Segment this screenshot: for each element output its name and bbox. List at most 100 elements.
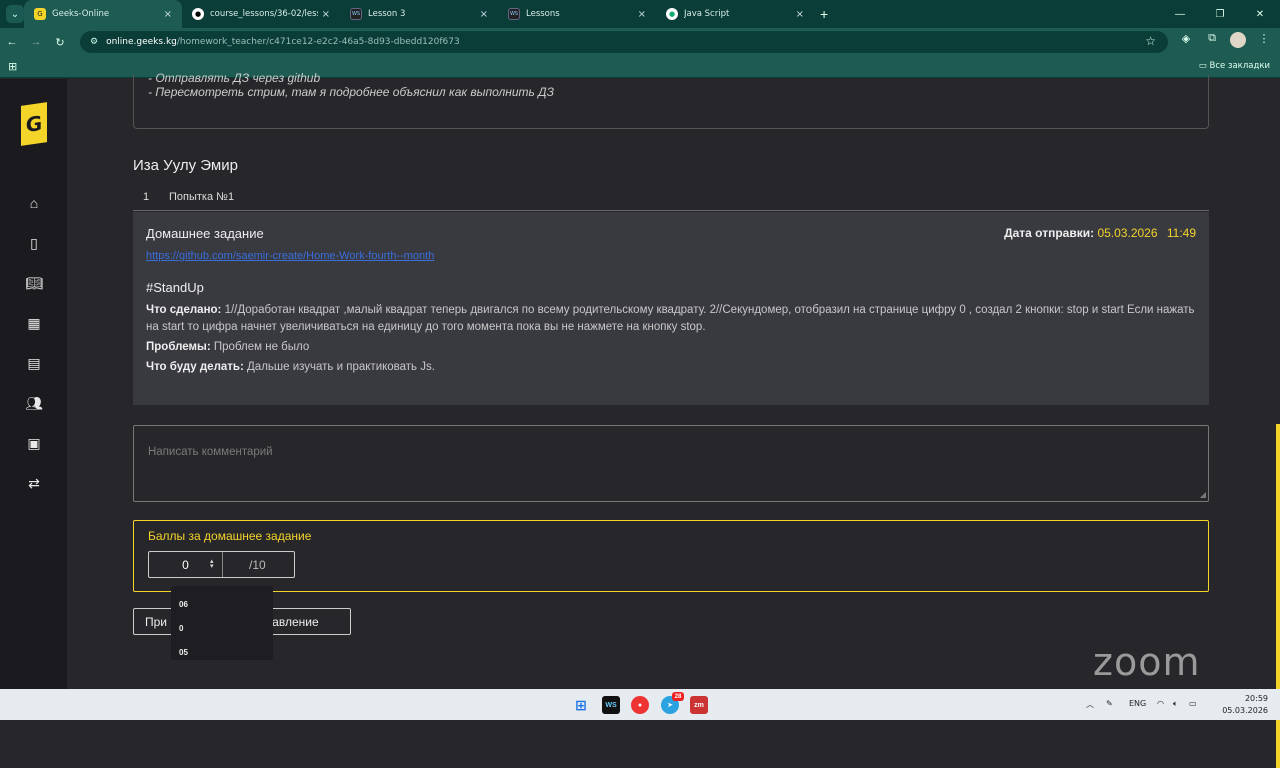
resize-handle-icon[interactable]: ◢ (1200, 490, 1206, 499)
all-bookmarks-link[interactable]: ▭ Все закладки (1199, 61, 1270, 71)
done-text: 1//Доработан квадрат ,малый квадрат тепе… (146, 304, 1195, 333)
tray-chevron-icon[interactable]: ︿ (1086, 699, 1094, 710)
all-bookmarks-label: Все закладки (1209, 61, 1270, 71)
score-title: Баллы за домашнее задание (148, 529, 312, 543)
problems-row: Проблемы: Проблем не было (146, 339, 1196, 356)
calendar-icon[interactable]: ▦ (24, 313, 44, 333)
tab-label: Geeks-Online (52, 9, 110, 19)
wifi-icon[interactable]: ◠ (1157, 699, 1164, 708)
homework-link[interactable]: https://github.com/saemir-create/Home-Wo… (146, 250, 434, 262)
bookmark-star-icon[interactable]: ☆ (1145, 34, 1156, 48)
close-icon[interactable]: × (638, 9, 646, 20)
tab-label: Java Script (684, 9, 730, 19)
date-value: 05.03.2026 (1097, 226, 1158, 240)
pen-icon[interactable]: ✎ (1106, 699, 1113, 708)
tab-search-icon[interactable]: ⌄ (6, 5, 24, 23)
geeks-icon: G (34, 8, 46, 20)
tab-label: Lesson 3 (368, 9, 406, 19)
reload-icon[interactable]: ↻ (48, 36, 72, 49)
tab-lesson-3[interactable]: WS Lesson 3 × (340, 0, 498, 28)
url-host: online.geeks.kg (106, 37, 177, 47)
comment-input[interactable] (134, 426, 1208, 501)
forward-icon[interactable]: → (24, 36, 48, 48)
windows-start-icon[interactable]: ⊞ (572, 696, 590, 714)
clock-time: 20:59 (1244, 694, 1268, 703)
score-panel: Баллы за домашнее задание ▴▾ /10 (133, 520, 1209, 592)
comment-box: ◢ (133, 425, 1209, 502)
close-icon[interactable]: × (480, 9, 488, 20)
book-icon[interactable]: 📖︎ (24, 273, 44, 293)
site-info-icon[interactable]: ⚙ (90, 37, 98, 47)
previous-homework-card: - Отправлять ДЗ через github - Пересмотр… (133, 71, 1209, 129)
bookmark-icon[interactable]: ▯ (24, 233, 44, 253)
extension-icon[interactable]: ◈ (1178, 32, 1194, 51)
webstorm-icon[interactable]: WS (602, 696, 620, 714)
problems-text: Проблем не было (213, 341, 310, 353)
time-value: 11:49 (1166, 226, 1196, 240)
plan-row: Что буду делать: Дальше изучать и практи… (146, 359, 1196, 376)
js-icon: ● (666, 8, 678, 20)
webstorm-icon: WS (508, 8, 520, 20)
chrome-icon[interactable]: ● (631, 696, 649, 714)
back-icon[interactable]: ← (0, 36, 24, 48)
apps-grid-icon[interactable]: ⊞ (8, 60, 17, 73)
profile-avatar[interactable] (1230, 32, 1246, 51)
url-field[interactable]: ⚙ online.geeks.kg/homework_teacher/c471c… (80, 31, 1168, 53)
language-indicator[interactable]: ENG (1129, 699, 1146, 708)
previous-card-line: - Отправлять ДЗ через github (148, 71, 321, 85)
score-suggestions-dropdown: 06 0 05 (171, 586, 273, 660)
tab-lessons[interactable]: WS Lessons × (498, 0, 656, 28)
homework-title: Домашнее задание (146, 226, 264, 241)
previous-card-line: - Пересмотреть стрим, там я подробнее об… (148, 85, 554, 99)
new-tab-button[interactable]: + (820, 6, 828, 22)
table-icon[interactable]: ▤ (24, 353, 44, 373)
suggestion-item[interactable]: 0 (179, 624, 183, 633)
attempt-tab[interactable]: 1 Попытка №1 (133, 185, 1209, 211)
attempt-number: 1 (143, 191, 150, 203)
home-icon[interactable]: ⌂ (24, 193, 44, 213)
clock[interactable]: 20:59 05.03.2026 (1222, 693, 1268, 717)
suggestion-item[interactable]: 06 (179, 600, 188, 609)
homework-tag: #StandUp (146, 280, 204, 295)
switch-icon[interactable]: ⇄ (24, 473, 44, 493)
restore-icon[interactable]: ❐ (1200, 0, 1240, 28)
score-max: /10 (249, 558, 266, 572)
github-icon: ● (192, 8, 204, 20)
plan-text: Дальше изучать и практиковать Js. (247, 361, 435, 373)
score-box: ▴▾ /10 (148, 551, 295, 578)
browser-tab-bar: ⌄ G Geeks-Online × ● course_lessons/36-0… (0, 0, 1280, 28)
accept-button-label-start: При (145, 614, 168, 629)
close-icon[interactable]: × (796, 9, 804, 20)
battery-icon[interactable]: ▭ (1189, 699, 1197, 708)
zoom-watermark: zoom (1093, 640, 1201, 684)
tab-geeks-online[interactable]: G Geeks-Online × (24, 0, 182, 28)
document-icon[interactable]: ▣ (24, 433, 44, 453)
close-icon[interactable]: × (164, 9, 172, 20)
geeks-logo[interactable]: G (21, 102, 47, 146)
volume-icon[interactable]: 🔈︎ (1173, 699, 1178, 709)
spinner-icon[interactable]: ▴ ▾ (210, 558, 214, 570)
menu-icon[interactable]: ⋮ (1256, 32, 1272, 51)
date-label: Дата отправки: (1004, 226, 1095, 240)
users-icon[interactable]: 👥︎ (24, 393, 44, 413)
address-bar: ← → ↻ ⚙ online.geeks.kg/homework_teacher… (0, 28, 1280, 56)
suggestion-item[interactable]: 05 (179, 648, 188, 657)
close-icon[interactable]: × (322, 9, 330, 20)
submission-date: Дата отправки: 05.03.2026 11:49 (1004, 226, 1196, 240)
plan-label: Что буду делать: (146, 361, 244, 373)
minimize-icon[interactable]: — (1160, 0, 1200, 28)
attempt-label: Попытка №1 (169, 191, 235, 203)
tab-java-script[interactable]: ● Java Script × (656, 0, 814, 28)
problems-label: Проблемы: (146, 341, 211, 353)
tab-github[interactable]: ● course_lessons/36-02/lesson3/ × (182, 0, 340, 28)
zoom-app-icon[interactable]: zm (690, 696, 708, 714)
extensions-puzzle-icon[interactable]: ⧉ (1204, 32, 1220, 51)
clock-date: 05.03.2026 (1222, 706, 1268, 715)
tab-label: Lessons (526, 9, 560, 19)
url-path: /homework_teacher/c471ce12-e2c2-46a5-8d9… (176, 37, 460, 47)
done-label: Что сделано: (146, 304, 222, 316)
close-window-icon[interactable]: ✕ (1240, 0, 1280, 28)
telegram-badge: 28 (672, 692, 684, 701)
webstorm-icon: WS (350, 8, 362, 20)
tab-label: course_lessons/36-02/lesson3/ (210, 9, 318, 19)
